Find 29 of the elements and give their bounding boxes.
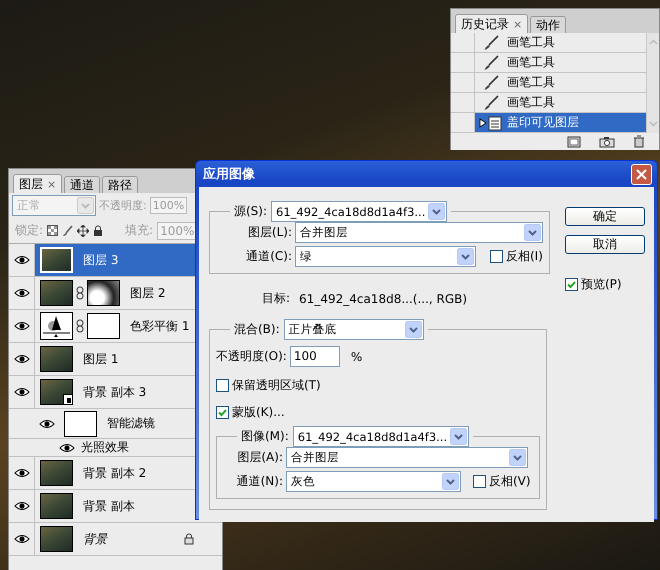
field-label: 图像(M): [241,428,289,445]
checkbox-label: 反相(I) [506,248,543,265]
target-label: 目标: [262,290,290,307]
layer-name: 光照效果 [81,439,129,456]
layer-name: 图层 2 [130,284,166,302]
percent-label: % [350,350,362,364]
field-label: 通道(N): [236,473,283,490]
layer-name: 背景 副本 [83,498,135,514]
layer-name: 背景 副本 2 [83,464,146,482]
dialog-title: 应用图像 [203,166,255,183]
checkbox-label: 保留透明区域(T) [232,377,321,394]
field-label: 混合(B): [234,321,280,338]
layer-name: 智能滤镜 [107,415,155,432]
checkbox-label: 反相(V) [489,473,531,490]
checkbox-label: 预览(P) [581,276,622,293]
field-label: 图层(L): [246,224,292,241]
field-label: 通道(C): [245,248,292,265]
layer-name: 色彩平衡 1 [130,318,190,334]
layer-name: 背景 副本 3 [83,384,146,400]
checkbox-label: 蒙版(K)... [232,404,285,421]
lock-label: 锁定: [15,222,44,239]
layer-name: 背景 [83,530,107,548]
field-label: 图层(A): [236,449,283,466]
target-value: 61_492_4ca18d8...(..., RGB) [299,292,468,306]
layer-name: 图层 3 [83,252,118,268]
field-label: 源(S): [234,203,268,220]
fill-label: 填充: [125,222,154,239]
opacity-label: 不透明度: [99,198,147,213]
layer-name: 图层 1 [83,350,118,368]
